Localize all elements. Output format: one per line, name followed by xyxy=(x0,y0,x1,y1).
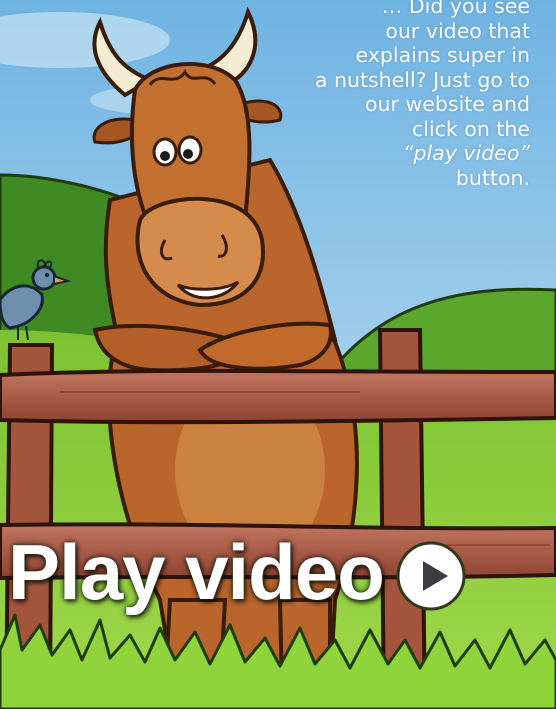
play-video-button[interactable]: Play video xyxy=(8,531,468,613)
caption-line: … Did you see xyxy=(381,0,530,18)
bird-eye xyxy=(44,272,50,278)
caption-line: a nutshell? Just go to xyxy=(314,67,530,92)
bull-pupil-right xyxy=(183,149,193,159)
caption-line: button. xyxy=(455,165,530,190)
caption-line: our website and xyxy=(365,92,530,116)
caption-line: our video that xyxy=(385,18,530,43)
caption-line: click on the xyxy=(411,116,530,141)
bird-head xyxy=(31,265,57,291)
play-video-label[interactable]: Play video xyxy=(8,533,385,611)
caption-line: explains super in xyxy=(355,43,530,67)
caption-line-emphasis: “play video” xyxy=(402,141,530,165)
play-circle-icon[interactable] xyxy=(394,539,468,613)
caption-text: … Did you see our video that explains su… xyxy=(230,0,530,190)
bull-pupil-left xyxy=(160,151,170,161)
fence-rail-top xyxy=(0,368,556,425)
